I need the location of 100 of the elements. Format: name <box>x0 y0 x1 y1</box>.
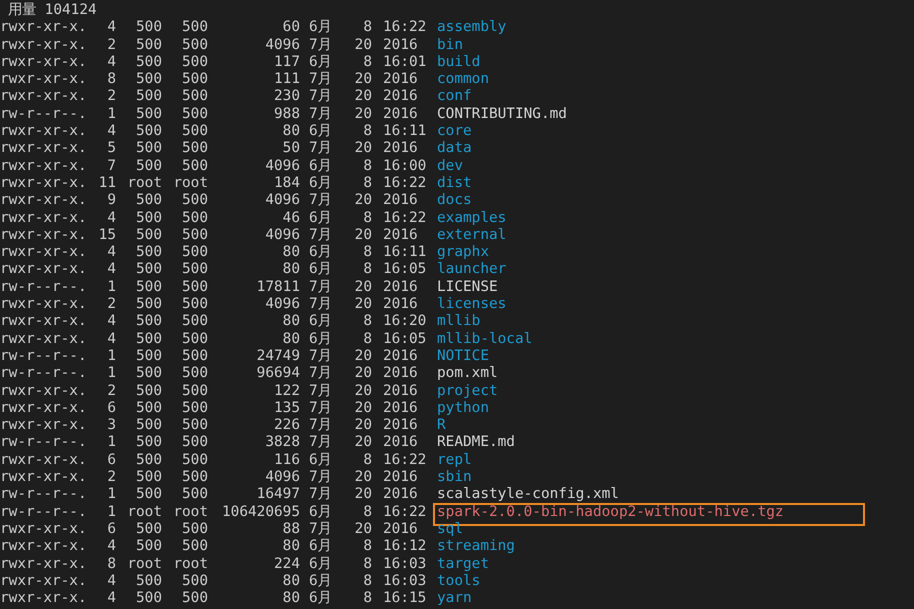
month-text: 7月 <box>309 296 333 314</box>
permissions-text: rw-r--r--. <box>0 486 88 504</box>
link-count-text: 6 <box>106 400 116 418</box>
link-count-text: 6 <box>106 520 116 538</box>
permissions-text: rwxr-xr-x. <box>0 19 88 37</box>
permissions-text: rwxr-xr-x. <box>0 123 88 140</box>
permissions-text: rwxr-xr-x. <box>0 400 88 418</box>
owner-text: 500 <box>135 106 162 124</box>
time-text: 2016 <box>383 192 419 210</box>
time-text: 2016 <box>383 520 419 538</box>
owner-text: 500 <box>135 158 162 175</box>
group-text: 500 <box>181 452 208 470</box>
day-text: 20 <box>354 520 372 538</box>
day-text: 20 <box>354 486 372 504</box>
day-text: 20 <box>354 106 372 124</box>
group-text: 500 <box>181 210 208 227</box>
size-text: 111 <box>273 71 300 88</box>
day-text: 20 <box>354 226 372 244</box>
month-text: 6月 <box>309 572 333 590</box>
time-text: 2016 <box>383 400 419 418</box>
day-text: 20 <box>354 400 372 418</box>
group-text: 500 <box>181 244 208 262</box>
link-count-text: 9 <box>106 192 116 210</box>
time-text: 2016 <box>383 88 419 106</box>
permissions-text: rwxr-xr-x. <box>0 36 88 54</box>
link-count-text: 1 <box>106 106 116 124</box>
month-text: 7月 <box>309 106 333 124</box>
link-count-text: 1 <box>106 504 116 521</box>
link-count-text: 3 <box>106 417 116 434</box>
size-text: 50 <box>282 140 300 158</box>
link-count-text: 2 <box>106 469 116 486</box>
link-count-text: 2 <box>106 88 116 106</box>
file-name: launcher <box>437 261 506 279</box>
size-text: 80 <box>282 590 300 608</box>
permissions-text: rw-r--r--. <box>0 106 88 124</box>
size-text: 60 <box>282 19 300 37</box>
day-text: 20 <box>354 278 372 296</box>
group-text: root <box>172 504 208 521</box>
time-text: 16:22 <box>383 504 428 521</box>
group-text: 500 <box>181 365 208 383</box>
day-text: 20 <box>354 36 372 54</box>
owner-text: 500 <box>135 123 162 140</box>
time-text: 2016 <box>383 469 419 486</box>
day-text: 8 <box>362 261 372 279</box>
owner-text: 500 <box>135 330 162 348</box>
group-text: 500 <box>181 313 208 331</box>
file-name: repl <box>437 452 472 470</box>
owner-text: 500 <box>135 192 162 210</box>
file-name: pom.xml <box>437 365 498 383</box>
owner-text: 500 <box>135 88 162 106</box>
owner-text: 500 <box>135 348 162 366</box>
owner-text: 500 <box>135 417 162 434</box>
day-text: 20 <box>354 71 372 88</box>
link-count-text: 15 <box>98 226 116 244</box>
time-text: 16:11 <box>383 244 428 262</box>
permissions-text: rw-r--r--. <box>0 434 88 452</box>
time-text: 16:22 <box>383 452 428 470</box>
group-text: 500 <box>181 261 208 279</box>
link-count-text: 11 <box>98 174 116 192</box>
link-count-text: 4 <box>106 123 116 140</box>
size-text: 4096 <box>264 296 300 314</box>
permissions-text: rwxr-xr-x. <box>0 417 88 434</box>
month-text: 6月 <box>309 556 333 573</box>
permissions-text: rwxr-xr-x. <box>0 174 88 192</box>
size-text: 4096 <box>264 36 300 54</box>
file-name: README.md <box>437 434 515 452</box>
group-text: 500 <box>181 278 208 296</box>
file-name: mllib-local <box>437 330 532 348</box>
day-text: 8 <box>362 452 372 470</box>
month-text: 7月 <box>309 140 333 158</box>
time-text: 16:05 <box>383 330 428 348</box>
group-text: 500 <box>181 54 208 72</box>
link-count-text: 1 <box>106 434 116 452</box>
month-text: 6月 <box>309 244 333 262</box>
size-text: 117 <box>273 54 300 72</box>
month-text: 7月 <box>309 226 333 244</box>
time-text: 2016 <box>383 296 419 314</box>
file-name: CONTRIBUTING.md <box>437 106 567 124</box>
size-text: 80 <box>282 313 300 331</box>
group-text: 500 <box>181 434 208 452</box>
file-name: licenses <box>437 296 506 314</box>
group-text: 500 <box>181 590 208 608</box>
time-text: 16:03 <box>383 572 428 590</box>
size-text: 17811 <box>256 278 300 296</box>
permissions-text: rwxr-xr-x. <box>0 192 88 210</box>
month-text: 6月 <box>309 19 333 37</box>
link-count-text: 8 <box>106 71 116 88</box>
month-text: 6月 <box>309 330 333 348</box>
permissions-text: rw-r--r--. <box>0 504 88 521</box>
time-text: 2016 <box>383 140 419 158</box>
time-text: 16:03 <box>383 556 428 573</box>
size-text: 106420695 <box>221 504 300 521</box>
permissions-text: rwxr-xr-x. <box>0 261 88 279</box>
size-text: 46 <box>282 210 300 227</box>
day-text: 20 <box>354 382 372 400</box>
size-text: 116 <box>273 452 300 470</box>
file-name: sbin <box>437 469 472 486</box>
time-text: 2016 <box>383 348 419 366</box>
group-text: 500 <box>181 106 208 124</box>
time-text: 2016 <box>383 226 419 244</box>
